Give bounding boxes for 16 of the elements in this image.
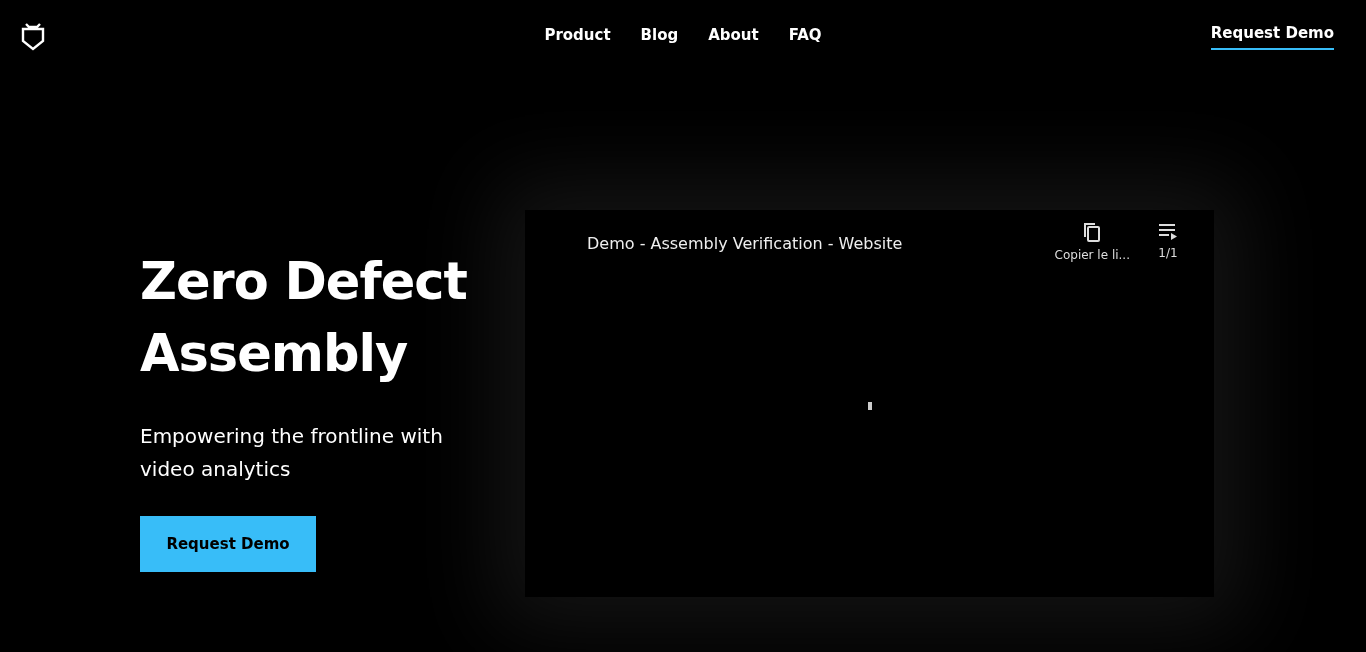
request-demo-button[interactable]: Request Demo: [140, 516, 316, 572]
nav-link[interactable]: Blog: [640, 23, 679, 47]
playlist-icon: [1158, 222, 1178, 240]
copy-link-button[interactable]: Copier le li...: [1054, 222, 1130, 264]
hero-title: Zero Defect: [140, 251, 468, 313]
copy-icon: [1083, 222, 1102, 242]
nav-link[interactable]: Product: [544, 23, 611, 47]
hero-title: Assembly: [140, 323, 409, 385]
nav-link[interactable]: About: [708, 23, 759, 47]
nav-link[interactable]: FAQ: [788, 23, 822, 47]
hero-subtitle: Empowering the frontline with video analytics: [140, 423, 444, 483]
video-player[interactable]: Demo - Assembly Verification - Website Copier le li... 1/1: [525, 210, 1214, 597]
loading-icon: [867, 401, 872, 410]
video-title: Demo - Assembly Verification - Website: [587, 233, 904, 255]
playlist-button[interactable]: 1/1: [1158, 222, 1178, 262]
request-demo-link[interactable]: Request Demo: [1210, 22, 1334, 50]
